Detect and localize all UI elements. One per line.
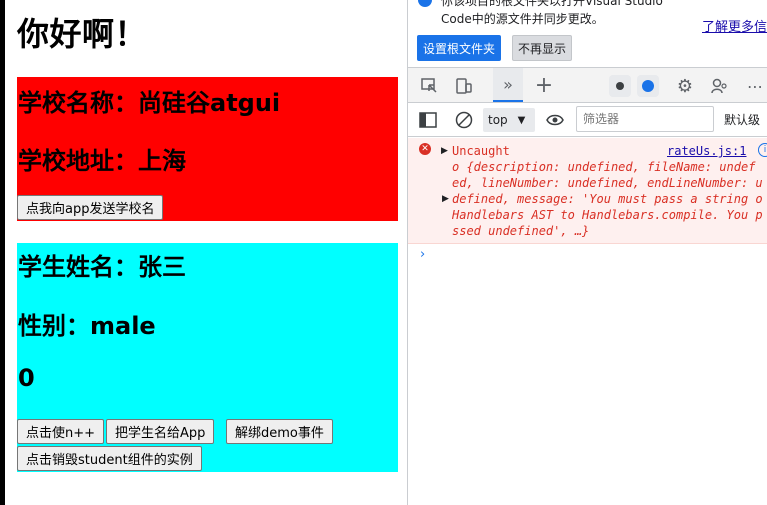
console-error-entry: ✕ ▶ Uncaught rateUs.js:1 i o {descriptio… xyxy=(408,138,767,244)
more-tabs-icon[interactable]: » xyxy=(493,68,523,102)
unbind-event-button[interactable]: 解绑demo事件 xyxy=(226,419,333,444)
clear-console-icon[interactable] xyxy=(453,109,475,131)
page-title: 你好啊！ xyxy=(17,15,148,53)
school-name: 学校名称：尚硅谷atgui xyxy=(18,89,281,117)
student-gender: 性别：male xyxy=(18,312,156,340)
context-selector-label: top xyxy=(488,113,508,127)
add-tab-icon[interactable]: + xyxy=(532,73,556,98)
error-line-4: Handlebars AST to Handlebars.compile. Yo… xyxy=(452,208,763,222)
error-line-5: ssed undefined', …} xyxy=(452,224,590,238)
filter-input[interactable] xyxy=(576,106,714,132)
error-line-1: o {description: undefined, fileName: und… xyxy=(452,160,756,174)
console-toolbar: top ▼ 默认级 xyxy=(408,103,767,137)
info-circle-icon[interactable]: i xyxy=(758,143,767,157)
banner-text-line1: 你该项目的根文件夹以打开Visual Studio xyxy=(441,0,663,8)
expand-triangle-icon[interactable]: ▶ xyxy=(442,194,449,204)
context-selector[interactable]: top ▼ xyxy=(483,108,535,132)
error-source-link[interactable]: rateUs.js:1 xyxy=(667,144,746,158)
learn-more-link[interactable]: 了解更多信 xyxy=(702,16,767,35)
eye-icon[interactable] xyxy=(544,109,566,131)
school-component: 学校名称：尚硅谷atgui 学校地址：上海 点我向app发送学校名 xyxy=(17,77,398,221)
set-root-folder-button[interactable]: 设置根文件夹 xyxy=(417,35,502,61)
device-toolbar-icon[interactable] xyxy=(453,75,475,97)
chat-icon[interactable] xyxy=(637,75,659,97)
student-count: 0 xyxy=(18,364,35,392)
expand-triangle-icon[interactable]: ▶ xyxy=(441,146,448,156)
send-student-name-button[interactable]: 把学生名给App xyxy=(106,419,215,444)
menu-icon[interactable]: ⋯ xyxy=(744,75,766,97)
devtools-main-toolbar: » + ⚙ ⋯ xyxy=(408,67,767,103)
banner-text-line2: Code中的源文件并同步更改。 xyxy=(441,12,604,26)
error-line-3: defined, message: 'You must pass a strin… xyxy=(452,192,763,206)
send-school-name-button[interactable]: 点我向app发送学校名 xyxy=(17,195,164,220)
chevron-down-icon: ▼ xyxy=(517,114,526,126)
sidebar-toggle-icon[interactable] xyxy=(417,109,439,131)
devtools-panel: 你该项目的根文件夹以打开Visual Studio Code中的源文件并同步更改… xyxy=(407,0,767,505)
console-prompt[interactable]: › xyxy=(420,247,425,262)
inspect-icon[interactable] xyxy=(418,75,440,97)
log-level-dropdown[interactable]: 默认级 xyxy=(724,111,760,128)
student-name: 学生姓名：张三 xyxy=(18,253,186,281)
student-component: 学生姓名：张三 性别：male 0 点击使n++ 把学生名给App 解绑demo… xyxy=(17,243,398,472)
issues-icon[interactable] xyxy=(609,75,631,97)
settings-icon[interactable]: ⚙ xyxy=(674,75,696,97)
error-line-2: ed, lineNumber: undefined, endLineNumber… xyxy=(452,176,763,190)
school-address: 学校地址：上海 xyxy=(18,147,186,175)
error-icon: ✕ xyxy=(419,143,431,155)
customize-icon[interactable] xyxy=(708,75,730,97)
info-icon xyxy=(418,0,432,7)
app-page: 你好啊！ 学校名称：尚硅谷atgui 学校地址：上海 点我向app发送学校名 学… xyxy=(5,0,407,505)
increment-button[interactable]: 点击使n++ xyxy=(17,419,105,444)
destroy-component-button[interactable]: 点击销毁student组件的实例 xyxy=(17,446,202,471)
error-label: Uncaught xyxy=(452,144,510,158)
dont-show-again-button[interactable]: 不再显示 xyxy=(512,35,573,61)
